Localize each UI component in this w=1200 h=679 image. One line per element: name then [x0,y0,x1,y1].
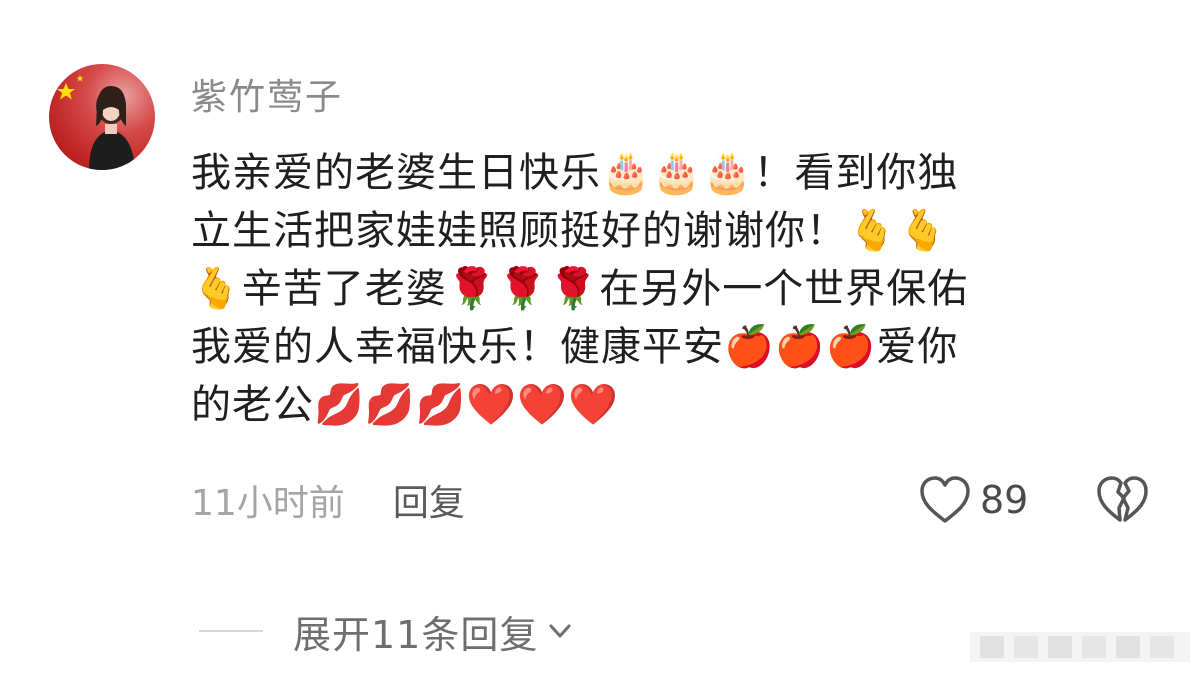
comment-line-4: 我爱的人幸福快乐！健康平安🍎🍎🍎爱你 [191,324,959,370]
comment-line-1: 我亲爱的老婆生日快乐🎂🎂🎂！看到你独 [191,150,959,196]
comment-meta: 11小时前 回复 [191,475,465,525]
comment-line-5: 的老公💋💋💋❤️❤️❤️ [191,382,619,428]
expand-replies-label: 展开11条回复 [293,612,539,657]
expand-divider [199,630,263,632]
heart-outline-icon [920,476,970,523]
like-count: 89 [980,478,1029,522]
watermark-graphic [970,632,1190,662]
dislike-button[interactable] [1094,472,1150,528]
comment-time: 11小时前 [191,483,345,524]
comment-text: 我亲爱的老婆生日快乐🎂🎂🎂！看到你独 立生活把家娃娃照顾挺好的谢谢你！🫰🫰 🫰辛… [191,144,1141,434]
comment-line-3: 🫰辛苦了老婆🌹🌹🌹在另外一个世界保佑 [191,266,969,312]
reply-button[interactable]: 回复 [393,474,465,526]
like-button[interactable]: 89 [918,472,1028,528]
user-avatar[interactable] [49,64,155,170]
comment-line-2: 立生活把家娃娃照顾挺好的谢谢你！🫰🫰 [191,208,949,254]
comment-author[interactable]: 紫竹莺子 [191,74,343,122]
comment-card: 紫竹莺子 我亲爱的老婆生日快乐🎂🎂🎂！看到你独 立生活把家娃娃照顾挺好的谢谢你！… [0,0,1200,679]
avatar-image [57,75,135,170]
chevron-down-icon [549,624,571,638]
expand-replies-button[interactable]: 展开11条回复 [199,604,574,658]
broken-heart-icon [1097,476,1148,522]
